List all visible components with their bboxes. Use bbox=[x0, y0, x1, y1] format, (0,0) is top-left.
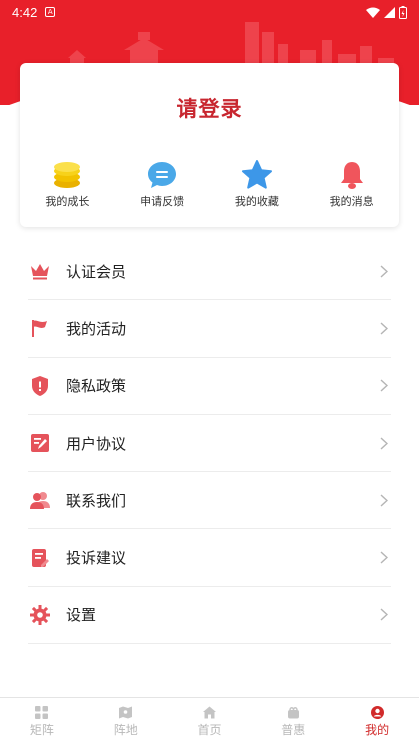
battery-icon bbox=[399, 5, 407, 19]
chevron-right-icon bbox=[380, 437, 388, 450]
complaint-icon bbox=[29, 547, 51, 569]
signal-icon bbox=[384, 6, 395, 18]
menu-item-agreement[interactable]: 用户协议 bbox=[28, 415, 391, 473]
coins-icon bbox=[54, 162, 81, 188]
quick-action-label: 我的成长 bbox=[45, 195, 90, 208]
menu-item-label: 联系我们 bbox=[66, 491, 127, 510]
menu-item-contact[interactable]: 联系我们 bbox=[28, 472, 391, 530]
gift-icon bbox=[287, 707, 299, 719]
chevron-right-icon bbox=[380, 551, 388, 564]
tab-label: 我的 bbox=[365, 723, 390, 737]
quick-action-favorites[interactable]: 我的收藏 bbox=[210, 159, 305, 209]
menu-item-settings[interactable]: 设置 bbox=[28, 587, 391, 645]
menu-item-label: 我的活动 bbox=[66, 319, 127, 338]
tab-position[interactable]: 阵地 bbox=[84, 698, 168, 746]
chevron-right-icon bbox=[380, 322, 388, 335]
map-icon bbox=[119, 706, 133, 719]
tab-label: 普惠 bbox=[281, 723, 306, 737]
grid-icon bbox=[35, 706, 49, 719]
star-icon bbox=[241, 160, 272, 189]
login-button[interactable]: 请登录 bbox=[20, 93, 399, 123]
shield-icon bbox=[29, 375, 51, 397]
contacts-icon bbox=[29, 489, 51, 511]
menu-item-label: 用户协议 bbox=[66, 434, 127, 453]
profile-card: 请登录 我的成长 申请反馈 我的收藏 我的消息 bbox=[20, 63, 399, 227]
flag-icon bbox=[29, 317, 51, 339]
quick-action-messages[interactable]: 我的消息 bbox=[304, 159, 399, 209]
notification-a-icon: A bbox=[45, 7, 56, 17]
menu-item-privacy[interactable]: 隐私政策 bbox=[28, 358, 391, 415]
crown-icon bbox=[29, 260, 51, 282]
bottom-tab-bar: 矩阵 阵地 首页 普惠 我的 bbox=[0, 697, 419, 746]
quick-action-label: 我的收藏 bbox=[234, 195, 279, 208]
quick-action-label: 申请反馈 bbox=[140, 195, 185, 208]
quick-action-feedback[interactable]: 申请反馈 bbox=[115, 159, 210, 209]
chat-icon bbox=[148, 162, 177, 188]
wifi-icon bbox=[366, 7, 380, 18]
menu-item-label: 投诉建议 bbox=[66, 549, 127, 568]
tab-home[interactable]: 首页 bbox=[168, 698, 252, 746]
tab-mine[interactable]: 我的 bbox=[335, 698, 419, 746]
bell-icon bbox=[340, 162, 363, 189]
menu-item-label: 隐私政策 bbox=[66, 377, 127, 396]
tab-label: 阵地 bbox=[113, 723, 138, 737]
chevron-right-icon bbox=[380, 608, 388, 621]
user-icon bbox=[370, 706, 384, 719]
menu-list: 认证会员 我的活动 隐私政策 用户协议 联系我们 投诉建议 设置 bbox=[28, 243, 391, 645]
home-icon bbox=[202, 706, 216, 719]
tab-label: 矩阵 bbox=[29, 723, 54, 737]
tab-label: 首页 bbox=[197, 723, 222, 737]
menu-item-complaint[interactable]: 投诉建议 bbox=[28, 529, 391, 587]
status-icons bbox=[366, 5, 407, 19]
document-edit-icon bbox=[29, 432, 51, 454]
tab-matrix[interactable]: 矩阵 bbox=[0, 698, 84, 746]
status-time: 4:42 bbox=[12, 4, 38, 20]
chevron-right-icon bbox=[380, 265, 388, 278]
quick-actions: 我的成长 申请反馈 我的收藏 我的消息 bbox=[20, 159, 399, 209]
menu-item-activities[interactable]: 我的活动 bbox=[28, 300, 391, 358]
menu-item-member[interactable]: 认证会员 bbox=[28, 243, 391, 301]
quick-action-label: 我的消息 bbox=[329, 195, 374, 208]
chevron-right-icon bbox=[380, 494, 388, 507]
menu-item-label: 设置 bbox=[66, 606, 97, 625]
quick-action-growth[interactable]: 我的成长 bbox=[20, 159, 115, 209]
status-bar: 4:42 A bbox=[0, 0, 419, 24]
menu-item-label: 认证会员 bbox=[66, 262, 127, 281]
chevron-right-icon bbox=[380, 379, 388, 392]
tab-benefits[interactable]: 普惠 bbox=[251, 698, 335, 746]
gear-icon bbox=[29, 604, 51, 626]
